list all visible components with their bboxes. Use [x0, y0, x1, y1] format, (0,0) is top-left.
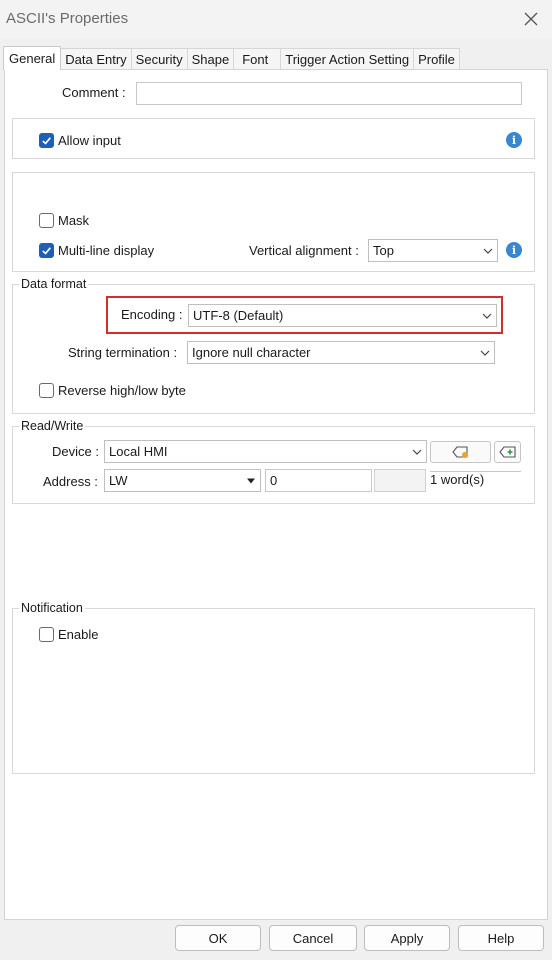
vertical-alignment-select[interactable]: Top — [368, 239, 498, 262]
checkmark-icon — [42, 247, 51, 255]
string-termination-select[interactable]: Ignore null character — [187, 341, 495, 364]
tab-trigger-action-setting[interactable]: Trigger Action Setting — [280, 48, 415, 70]
help-button[interactable]: Help — [458, 925, 544, 951]
tab-strip: General Data Entry Security Shape Font T… — [3, 46, 460, 70]
string-termination-label: String termination : — [68, 345, 178, 360]
device-select[interactable]: Local HMI — [104, 440, 427, 463]
address-sub-input[interactable] — [374, 469, 426, 492]
caret-down-icon — [242, 478, 260, 484]
chevron-down-icon — [476, 350, 494, 356]
mask-checkbox[interactable] — [39, 213, 54, 228]
info-icon[interactable]: i — [506, 242, 522, 258]
notification-title: Notification — [19, 601, 85, 615]
encoding-select[interactable]: UTF-8 (Default) — [188, 304, 497, 327]
chevron-down-icon — [408, 449, 426, 455]
tag-settings-icon — [451, 446, 468, 458]
encoding-label: Encoding : — [121, 307, 183, 322]
add-device-button[interactable] — [494, 441, 521, 463]
tab-data-entry[interactable]: Data Entry — [60, 48, 132, 70]
tab-profile[interactable]: Profile — [413, 48, 460, 70]
title-bar: ASCII's Properties — [0, 0, 552, 38]
mask-label: Mask — [58, 213, 90, 228]
data-format-title: Data format — [19, 277, 89, 291]
multiline-label: Multi-line display — [58, 243, 155, 258]
close-button[interactable] — [518, 6, 544, 32]
window-title: ASCII's Properties — [6, 10, 129, 27]
read-write-group — [12, 426, 535, 504]
checkmark-icon — [42, 137, 51, 145]
apply-button[interactable]: Apply — [364, 925, 450, 951]
reverse-byte-checkbox[interactable] — [39, 383, 54, 398]
allow-input-label: Allow input — [58, 133, 121, 148]
comment-input[interactable] — [136, 82, 522, 105]
vertical-alignment-label: Vertical alignment : — [249, 243, 359, 258]
info-icon[interactable]: i — [506, 132, 522, 148]
address-input[interactable]: 0 — [265, 469, 372, 492]
chevron-down-icon — [478, 313, 496, 319]
device-value: Local HMI — [109, 444, 168, 459]
address-label: Address : — [43, 474, 98, 489]
enable-notification-label: Enable — [58, 627, 99, 642]
close-icon — [524, 12, 538, 26]
device-settings-button[interactable] — [430, 441, 491, 463]
comment-label: Comment : — [62, 85, 126, 100]
word-count-label: 1 word(s) — [430, 471, 521, 487]
tab-general[interactable]: General — [3, 46, 62, 70]
enable-notification-checkbox[interactable] — [39, 627, 54, 642]
allow-input-checkbox[interactable] — [39, 133, 54, 148]
read-write-title: Read/Write — [19, 419, 86, 433]
string-termination-value: Ignore null character — [192, 345, 311, 360]
address-type-select[interactable]: LW — [104, 469, 261, 492]
vertical-alignment-value: Top — [373, 243, 394, 258]
chevron-down-icon — [479, 248, 497, 254]
address-type-value: LW — [109, 473, 128, 488]
tab-security[interactable]: Security — [130, 48, 188, 70]
reverse-byte-label: Reverse high/low byte — [58, 383, 186, 398]
device-label: Device : — [52, 444, 99, 459]
ok-button[interactable]: OK — [175, 925, 261, 951]
encoding-value: UTF-8 (Default) — [193, 308, 284, 323]
tab-font[interactable]: Font — [233, 48, 282, 70]
cancel-button[interactable]: Cancel — [269, 925, 357, 951]
tag-add-icon — [498, 446, 516, 458]
tab-shape[interactable]: Shape — [186, 48, 235, 70]
multiline-checkbox[interactable] — [39, 243, 54, 258]
